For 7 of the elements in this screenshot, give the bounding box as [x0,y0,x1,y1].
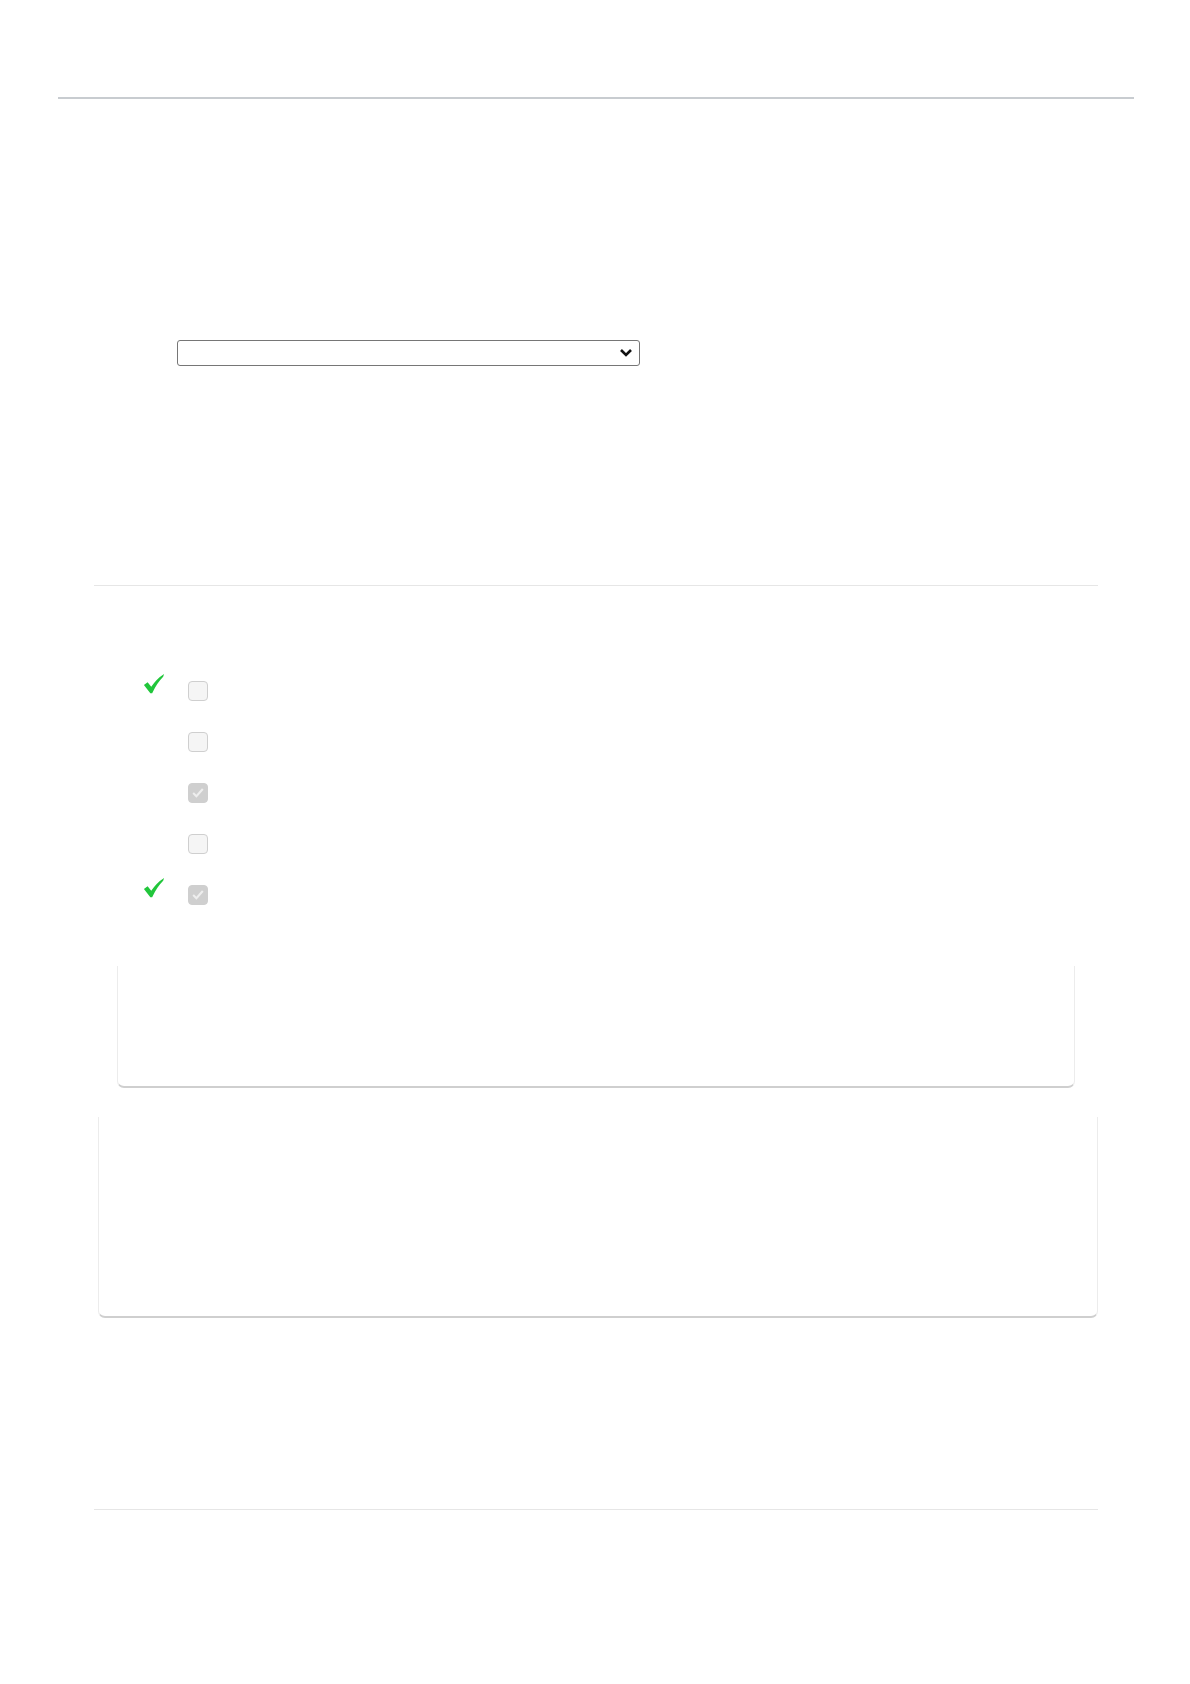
checkbox[interactable] [188,732,208,752]
checkbox[interactable] [188,834,208,854]
dropdown-field[interactable] [177,340,640,366]
checkbox[interactable] [188,885,208,905]
checkbox[interactable] [188,681,208,701]
checkbox[interactable] [188,783,208,803]
chevron-icon [619,348,633,358]
